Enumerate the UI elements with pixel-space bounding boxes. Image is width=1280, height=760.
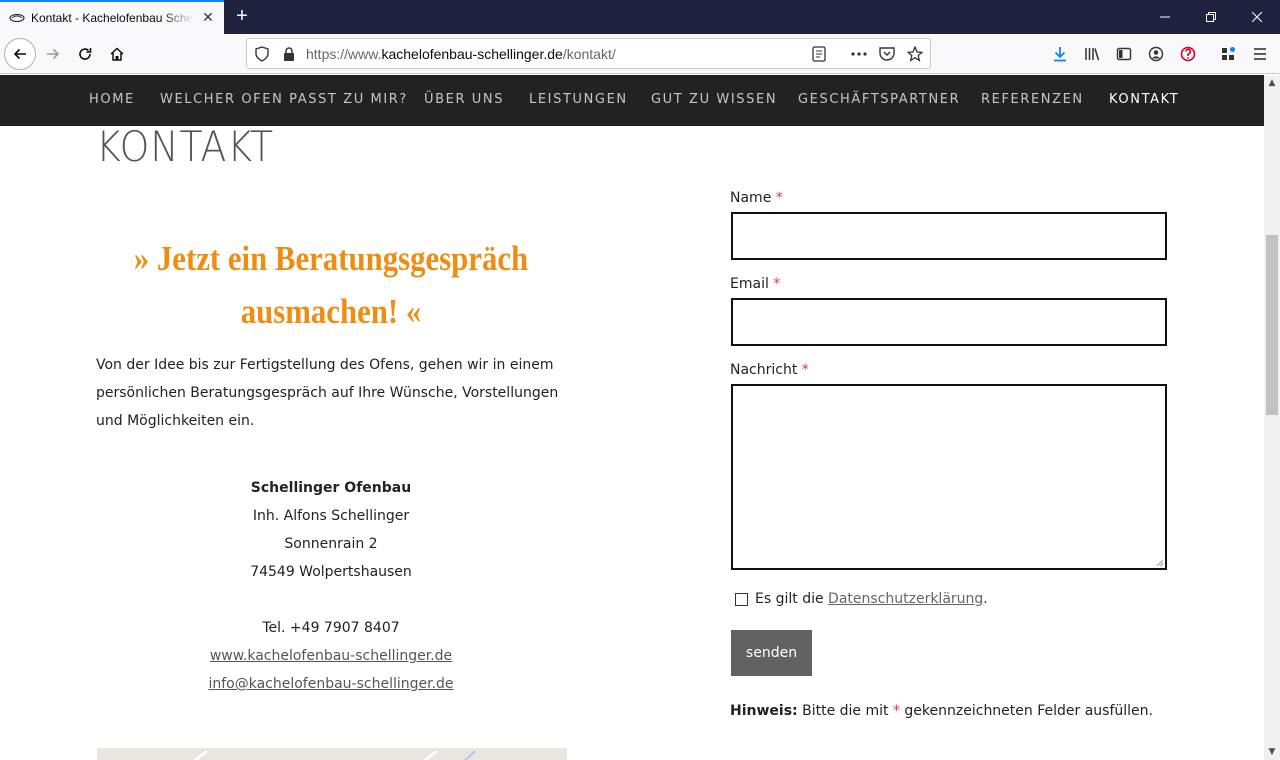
form-hint: Hinweis: Bitte die mit * gekennzeichnete… xyxy=(730,703,1153,719)
menu-item-gut-zu-wissen[interactable]: GUT ZU WISSEN xyxy=(651,92,777,107)
site-navigation: HOME WELCHER OFEN PASST ZU MIR? ÜBER UNS… xyxy=(0,75,1264,126)
contact-heading-line2: ausmachen! « xyxy=(240,292,422,331)
restore-icon[interactable] xyxy=(1188,0,1234,34)
privacy-consent: Es gilt die Datenschutzerklärung. xyxy=(735,591,988,607)
menu-item-kontakt[interactable]: KONTAKT xyxy=(1109,92,1179,107)
menu-item-ueber-uns[interactable]: ÜBER UNS xyxy=(424,92,504,107)
name-label: Name * xyxy=(730,190,783,206)
owner-name: Inh. Alfons Schellinger xyxy=(252,508,410,524)
browser-tab-bar: Kontakt - Kachelofenbau Schellinger ✕ + xyxy=(0,0,1280,34)
email-field[interactable] xyxy=(731,298,1167,346)
extension-red-icon[interactable] xyxy=(1179,45,1197,63)
contact-heading: » Jetzt ein Beratungsgespräch ausmachen!… xyxy=(124,232,538,338)
privacy-suffix: . xyxy=(983,591,988,607)
site-favicon-icon xyxy=(9,10,25,26)
contact-heading-line1: » Jetzt ein Beratungsgespräch xyxy=(133,239,529,278)
tracking-shield-icon[interactable] xyxy=(254,46,270,62)
scroll-down-icon[interactable]: ▼ xyxy=(1264,744,1280,760)
url-bar[interactable]: https://www.kachelofenbau-schellinger.de… xyxy=(246,38,931,69)
reader-view-icon[interactable] xyxy=(811,46,827,62)
resize-handle-icon[interactable] xyxy=(1155,558,1163,566)
message-textarea[interactable] xyxy=(731,384,1167,570)
home-button[interactable] xyxy=(101,38,133,70)
pocket-icon[interactable] xyxy=(879,46,895,62)
name-field[interactable] xyxy=(731,212,1167,260)
privacy-checkbox[interactable] xyxy=(735,592,748,606)
menu-item-welcher-ofen[interactable]: WELCHER OFEN PASST ZU MIR? xyxy=(160,92,408,107)
forward-button[interactable] xyxy=(37,38,69,70)
bookmark-star-icon[interactable] xyxy=(907,46,923,62)
email-label: Email * xyxy=(730,276,781,292)
intro-text: Von der Idee bis zur Fertigstellung des … xyxy=(96,357,559,429)
tab-close-icon[interactable]: ✕ xyxy=(200,10,216,26)
email-row: info@kachelofenbau-schellinger.de xyxy=(96,670,566,698)
menu-item-referenzen[interactable]: REFERENZEN xyxy=(981,92,1084,107)
phone-number: Tel. +49 7907 8407 xyxy=(262,620,400,636)
minimize-icon[interactable] xyxy=(1142,0,1188,34)
page-actions-icon[interactable] xyxy=(851,46,867,62)
page-title: KONTAKT xyxy=(96,122,275,171)
message-label: Nachricht * xyxy=(730,362,809,378)
send-button[interactable]: senden xyxy=(731,630,812,676)
website-link[interactable]: www.kachelofenbau-schellinger.de xyxy=(210,648,452,664)
new-tab-icon[interactable]: + xyxy=(232,6,252,26)
map-embed[interactable] xyxy=(97,748,567,760)
reload-icon xyxy=(79,48,92,60)
privacy-prefix: Es gilt die xyxy=(755,591,824,607)
extensions-icon[interactable] xyxy=(1219,45,1237,63)
home-icon xyxy=(110,47,124,61)
scrollbar-thumb[interactable] xyxy=(1266,235,1278,415)
website-row: www.kachelofenbau-schellinger.de xyxy=(96,642,566,670)
reload-button[interactable] xyxy=(69,38,101,70)
scroll-up-icon[interactable]: ▲ xyxy=(1264,75,1280,91)
url-text: https://www.kachelofenbau-schellinger.de… xyxy=(306,46,616,62)
page-scrollbar[interactable] xyxy=(1264,75,1280,760)
street-address: Sonnenrain 2 xyxy=(284,536,378,552)
library-icon[interactable] xyxy=(1083,45,1101,63)
tab-title: Kontakt - Kachelofenbau Schellinger xyxy=(31,11,194,25)
browser-tab[interactable]: Kontakt - Kachelofenbau Schellinger ✕ xyxy=(0,0,224,34)
app-menu-icon[interactable] xyxy=(1251,45,1269,63)
back-arrow-icon xyxy=(13,48,26,60)
forward-arrow-icon xyxy=(47,48,60,60)
sidebar-icon[interactable] xyxy=(1115,45,1133,63)
email-link[interactable]: info@kachelofenbau-schellinger.de xyxy=(208,676,453,692)
lock-icon[interactable] xyxy=(281,46,297,62)
browser-toolbar: https://www.kachelofenbau-schellinger.de… xyxy=(0,34,1280,74)
menu-item-home[interactable]: HOME xyxy=(89,92,135,107)
menu-item-geschaeftspartner[interactable]: GESCHÄFTSPARTNER xyxy=(798,92,960,107)
city-address: 74549 Wolpertshausen xyxy=(250,564,412,580)
back-button[interactable] xyxy=(4,38,36,70)
privacy-link[interactable]: Datenschutzerklärung xyxy=(828,591,983,607)
account-icon[interactable] xyxy=(1147,45,1165,63)
menu-item-leistungen[interactable]: LEISTUNGEN xyxy=(529,92,628,107)
company-name: Schellinger Ofenbau xyxy=(250,480,412,496)
downloads-icon[interactable] xyxy=(1051,45,1069,63)
window-close-icon[interactable] xyxy=(1234,0,1280,34)
